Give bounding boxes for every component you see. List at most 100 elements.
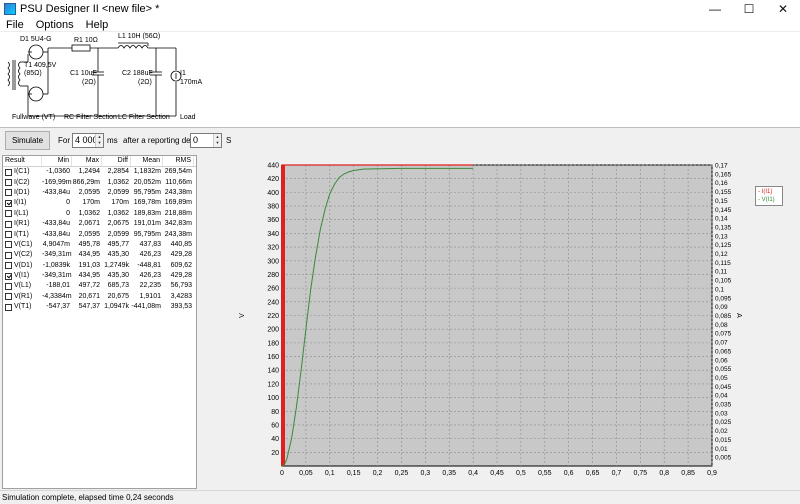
minimize-button[interactable]: —: [698, 0, 732, 18]
y-tick-label: 400: [267, 190, 279, 197]
duration-spin-arrows[interactable]: ▲ ▼: [95, 134, 103, 147]
y-tick-label: 280: [267, 272, 279, 279]
app-icon: [4, 3, 16, 15]
table-row[interactable]: V(D1) -1,0839k 191,03 1,2749k -448,81 609,62: [3, 261, 196, 271]
result-name-cell: V(C2): [3, 250, 42, 260]
transformer-primary: [7, 61, 10, 87]
chart-legend: - I(I1) - V(I1): [755, 186, 783, 206]
table-row[interactable]: I(I1) 0 170m 170m 169,78m 169,89m: [3, 198, 196, 208]
table-row[interactable]: V(L1) -188,01 497,72 685,73 22,235 56,793: [3, 281, 196, 291]
result-checkbox[interactable]: [5, 303, 12, 311]
result-checkbox[interactable]: [5, 241, 12, 249]
y-axis-label: V: [239, 313, 246, 318]
chart-panel[interactable]: 0 0,05 0,1 0,15 0,2 0,25 0,3 0,35 0,4 0,45 0,5 0,55…: [200, 155, 800, 489]
y2-tick-label: 0,17: [715, 163, 728, 170]
table-row[interactable]: V(C2) -349,31m 434,95 435,30 426,23 429,28: [3, 250, 196, 260]
y2-tick-label: 0,1: [715, 286, 724, 293]
app-window: PSU Designer II <new file> * — ☐ ✕ File …: [0, 0, 800, 504]
result-rms-cell: 393,53: [170, 303, 192, 311]
result-mean-cell: 189,83m: [133, 209, 161, 217]
table-row[interactable]: V(I1) -349,31m 434,95 435,30 426,23 429,28: [3, 271, 196, 281]
close-button[interactable]: ✕: [766, 0, 800, 18]
result-mean-cell: 22,235: [139, 282, 161, 290]
result-checkbox[interactable]: [5, 189, 12, 197]
label-t1-res: (85Ω): [24, 70, 42, 77]
result-rms-cell: 56,793: [170, 282, 192, 290]
table-row[interactable]: I(C1) -1,0360 1,2494 2,2854 1,1832m 269,54m: [3, 167, 196, 177]
inductor-l1[interactable]: [117, 45, 149, 49]
header-max[interactable]: Max: [72, 156, 102, 166]
result-max-cell: 547,37: [78, 303, 100, 311]
delay-spinner[interactable]: 0 ▲ ▼: [190, 133, 222, 148]
result-mean-cell: -441,08m: [131, 303, 161, 311]
y-tick-label: 180: [267, 340, 279, 347]
y2-tick-label: 0,07: [715, 340, 728, 347]
result-checkbox[interactable]: [5, 282, 12, 290]
results-chart[interactable]: 0 0,05 0,1 0,15 0,2 0,25 0,3 0,35 0,4 0,45 0,5 0,55…: [200, 155, 800, 489]
x-tick-label: 0,3: [420, 470, 430, 477]
menu-file[interactable]: File: [0, 19, 30, 31]
duration-spinner[interactable]: 4 000 ▲ ▼: [72, 133, 104, 148]
current-step-marker: [281, 165, 285, 466]
window-title: PSU Designer II <new file> *: [20, 3, 160, 15]
result-checkbox[interactable]: [5, 251, 12, 259]
x-tick-label: 0,8: [659, 470, 669, 477]
result-max-cell: 191,03: [78, 261, 100, 269]
results-table[interactable]: Result Min Max Diff Mean RMS I(C1) -1,036…: [2, 155, 197, 489]
header-result[interactable]: Result: [3, 156, 42, 166]
result-min-cell: -349,31m: [42, 272, 72, 280]
table-row[interactable]: V(C1) 4,9047m 495,78 495,77 437,83 440,85: [3, 240, 196, 250]
maximize-button[interactable]: ☐: [732, 0, 766, 18]
result-checkbox[interactable]: [5, 220, 12, 228]
simulate-button[interactable]: Simulate: [5, 131, 50, 150]
table-row[interactable]: I(C2) -169,99m 866,29m 1,0362 20,052m 110,66m: [3, 177, 196, 187]
table-row[interactable]: V(R1) -4,3384m 20,671 20,675 1,9101 3,4283: [3, 292, 196, 302]
header-min[interactable]: Min: [42, 156, 72, 166]
ms-label: ms: [107, 136, 118, 145]
y2-tick-label: 0,02: [715, 428, 728, 435]
result-max-cell: 2,0595: [78, 230, 100, 238]
table-row[interactable]: I(L1) 0 1,0362 1,0362 189,83m 218,88m: [3, 209, 196, 219]
result-name-cell: I(L1): [3, 209, 42, 219]
header-diff[interactable]: Diff: [102, 156, 131, 166]
resistor-r1[interactable]: [71, 44, 91, 52]
table-row[interactable]: I(T1) -433,84u 2,0595 2,0599 95,795m 243,38m: [3, 229, 196, 239]
result-checkbox[interactable]: [5, 231, 12, 239]
result-checkbox[interactable]: [5, 179, 12, 187]
result-name-cell: I(D1): [3, 188, 42, 198]
delay-spin-arrows[interactable]: ▲ ▼: [213, 134, 221, 147]
result-checkbox[interactable]: [5, 168, 12, 176]
y2-tick-label: 0,09: [715, 304, 728, 311]
y2-tick-label: 0,055: [715, 366, 732, 373]
result-checkbox[interactable]: [5, 210, 12, 218]
result-max-cell: 497,72: [78, 282, 100, 290]
result-checkbox[interactable]: [5, 262, 12, 270]
result-max-cell: 170m: [82, 199, 100, 207]
header-rms[interactable]: RMS: [163, 156, 194, 166]
result-checkbox[interactable]: [5, 199, 12, 207]
result-rms-cell: 3,4283: [170, 292, 192, 300]
result-mean-cell: 437,83: [139, 240, 161, 248]
result-name: V(T1): [14, 303, 32, 311]
table-row[interactable]: I(D1) -433,84u 2,0595 2,0599 95,795m 243,38m: [3, 188, 196, 198]
result-mean-cell: 20,052m: [133, 178, 161, 186]
header-mean[interactable]: Mean: [131, 156, 163, 166]
x-tick-label: 0,4: [468, 470, 478, 477]
y2-tick-label: 0,135: [715, 224, 732, 231]
x-tick-label: 0,6: [564, 470, 574, 477]
menu-help[interactable]: Help: [80, 19, 115, 31]
result-checkbox[interactable]: [5, 293, 12, 301]
result-name-cell: V(D1): [3, 261, 42, 271]
menu-options[interactable]: Options: [30, 19, 80, 31]
table-row[interactable]: I(R1) -433,84u 2,0671 2,0675 191,01m 342,83m: [3, 219, 196, 229]
result-checkbox[interactable]: [5, 272, 12, 280]
y2-tick-label: 0,15: [715, 198, 728, 205]
y2-tick-label: 0,145: [715, 207, 732, 214]
result-mean-cell: 191,01m: [133, 220, 161, 228]
table-row[interactable]: V(T1) -547,37 547,37 1,0947k -441,08m 393,53: [3, 302, 196, 312]
y2-tick-label: 0,05: [715, 375, 728, 382]
result-diff-cell: 170m: [111, 199, 129, 207]
result-max-cell: 434,95: [78, 251, 100, 259]
section-rectifier: Fullwave (VT): [12, 114, 56, 121]
x-tick-label: 0,45: [490, 470, 504, 477]
